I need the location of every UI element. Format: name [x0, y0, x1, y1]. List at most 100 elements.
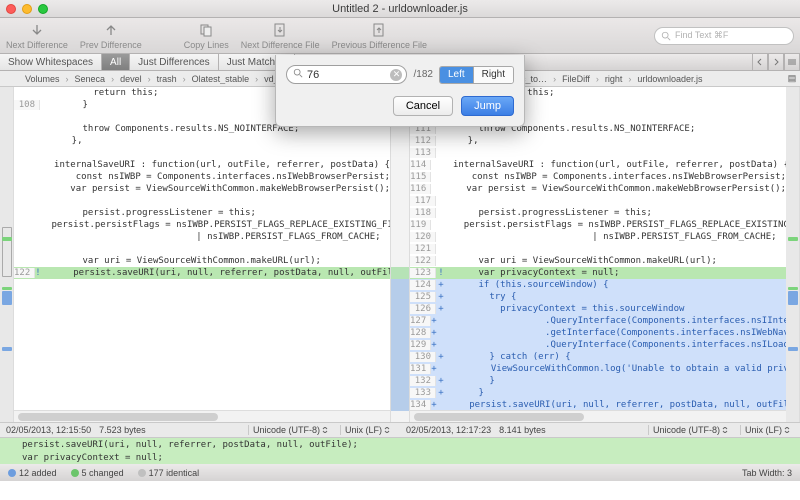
- summary-line-2: var privacyContext = null;: [0, 451, 800, 464]
- next-diff-file-button[interactable]: Next Difference File: [241, 22, 320, 50]
- prev-diff-file-button[interactable]: Previous Difference File: [332, 22, 427, 50]
- line-number-input[interactable]: 76 ✕: [286, 65, 407, 84]
- code-line[interactable]: 133+ }: [410, 387, 786, 399]
- right-file-info: 02/05/2013, 12:17:23 8.141 bytes Unicode…: [400, 423, 800, 437]
- next-diff-file-label: Next Difference File: [241, 40, 320, 50]
- code-line[interactable]: persist.progressListener = this;: [14, 207, 390, 219]
- code-line[interactable]: [14, 327, 390, 339]
- code-line[interactable]: 119 persist.persistFlags = nsIWBP.PERSIS…: [410, 219, 786, 231]
- next-diff-label: Next Difference: [6, 40, 68, 50]
- arrow-down-icon: [29, 22, 45, 38]
- code-line[interactable]: 115 const nsIWBP = Components.interfaces…: [410, 171, 786, 183]
- code-line[interactable]: 125+ try {: [410, 291, 786, 303]
- code-line[interactable]: 120 | nsIWBP.PERSIST_FLAGS_FROM_CACHE;: [410, 231, 786, 243]
- clear-input-button[interactable]: ✕: [390, 69, 402, 81]
- nav-back-button[interactable]: [752, 54, 768, 70]
- file-up-icon: [371, 22, 387, 38]
- code-line[interactable]: 122! persist.saveURI(uri, null, referrer…: [14, 267, 390, 279]
- code-line[interactable]: 117: [410, 195, 786, 207]
- left-eol-dropdown[interactable]: Unix (LF): [340, 425, 394, 435]
- right-pane: return this; }111 throw Components.resul…: [410, 87, 786, 422]
- code-line[interactable]: 114 internalSaveURI : function(url, outF…: [410, 159, 786, 171]
- code-line[interactable]: [14, 399, 390, 410]
- prev-diff-button[interactable]: Prev Difference: [80, 22, 142, 50]
- cancel-button[interactable]: Cancel: [393, 96, 453, 116]
- overflow-button[interactable]: [784, 54, 800, 70]
- nav-forward-button[interactable]: [768, 54, 784, 70]
- inline-summary: persist.saveURI(uri, null, referrer, pos…: [0, 438, 800, 464]
- search-placeholder: Find Text ⌘F: [675, 30, 728, 41]
- search-input[interactable]: Find Text ⌘F: [654, 27, 794, 45]
- right-code[interactable]: return this; }111 throw Components.resul…: [410, 87, 786, 410]
- code-line[interactable]: [14, 243, 390, 255]
- left-minimap[interactable]: [0, 87, 14, 422]
- left-pane: return this;108 } throw Components.resul…: [14, 87, 390, 422]
- code-line[interactable]: 121: [410, 243, 786, 255]
- code-line[interactable]: [14, 303, 390, 315]
- code-line[interactable]: },: [14, 135, 390, 147]
- breadcrumb-actions-right[interactable]: ▤: [784, 73, 800, 84]
- code-line[interactable]: | nsIWBP.PERSIST_FLAGS_FROM_CACHE;: [14, 231, 390, 243]
- code-line[interactable]: [14, 315, 390, 327]
- code-line[interactable]: 122 var uri = ViewSourceWithCommon.makeU…: [410, 255, 786, 267]
- code-line[interactable]: [14, 279, 390, 291]
- jump-button[interactable]: Jump: [461, 96, 514, 116]
- code-line[interactable]: 128+ .getInterface(Components.interfaces…: [410, 327, 786, 339]
- line-total-label: /182: [413, 69, 432, 80]
- code-line[interactable]: [14, 387, 390, 399]
- segment-left-button[interactable]: Left: [440, 67, 474, 83]
- right-eol-dropdown[interactable]: Unix (LF): [740, 425, 794, 435]
- left-date: 02/05/2013, 12:15:50: [6, 425, 91, 435]
- right-minimap[interactable]: [786, 87, 800, 422]
- left-encoding-dropdown[interactable]: Unicode (UTF-8): [248, 425, 332, 435]
- code-line[interactable]: var uri = ViewSourceWithCommon.makeURL(u…: [14, 255, 390, 267]
- code-line[interactable]: [14, 363, 390, 375]
- right-encoding-dropdown[interactable]: Unicode (UTF-8): [648, 425, 732, 435]
- left-scrollbar[interactable]: [14, 410, 390, 422]
- code-line[interactable]: [14, 375, 390, 387]
- code-line[interactable]: [14, 351, 390, 363]
- left-code[interactable]: return this;108 } throw Components.resul…: [14, 87, 390, 410]
- code-line[interactable]: [14, 339, 390, 351]
- prev-diff-label: Prev Difference: [80, 40, 142, 50]
- code-line[interactable]: 131+ ViewSourceWithCommon.log('Unable to…: [410, 363, 786, 375]
- copy-lines-button[interactable]: Copy Lines: [184, 22, 229, 50]
- menu-icon: [787, 58, 797, 66]
- code-line[interactable]: [14, 291, 390, 303]
- right-bytes: 8.141 bytes: [499, 425, 546, 435]
- code-line[interactable]: 118 persist.progressListener = this;: [410, 207, 786, 219]
- search-icon: [293, 68, 303, 78]
- code-line[interactable]: 127+ .QueryInterface(Components.interfac…: [410, 315, 786, 327]
- code-line[interactable]: 129+ .QueryInterface(Components.interfac…: [410, 339, 786, 351]
- code-line[interactable]: 134+ persist.saveURI(uri, null, referrer…: [410, 399, 786, 410]
- code-line[interactable]: 123! var privacyContext = null;: [410, 267, 786, 279]
- code-line[interactable]: const nsIWBP = Components.interfaces.nsI…: [14, 171, 390, 183]
- code-line[interactable]: 126+ privacyContext = this.sourceWindow: [410, 303, 786, 315]
- line-number-value: 76: [307, 69, 319, 81]
- tab-width-label[interactable]: Tab Width: 3: [742, 468, 792, 478]
- chevron-left-icon: [756, 58, 764, 66]
- segment-right-button[interactable]: Right: [474, 67, 513, 83]
- code-line[interactable]: 116 var persist = ViewSourceWithCommon.m…: [410, 183, 786, 195]
- code-line[interactable]: internalSaveURI : function(url, outFile,…: [14, 159, 390, 171]
- code-line[interactable]: var persist = ViewSourceWithCommon.makeW…: [14, 183, 390, 195]
- code-line[interactable]: 112 },: [410, 135, 786, 147]
- show-whitespace-button[interactable]: Show Whitespaces: [0, 54, 102, 70]
- changed-count: 5 changed: [71, 468, 124, 478]
- status-bar: 12 added 5 changed 177 identical Tab Wid…: [0, 464, 800, 481]
- copy-icon: [198, 22, 214, 38]
- code-line[interactable]: 124+ if (this.sourceWindow) {: [410, 279, 786, 291]
- updown-icon: [722, 427, 728, 433]
- filter-diff-tab[interactable]: Just Differences: [130, 54, 219, 70]
- code-line[interactable]: 132+ }: [410, 375, 786, 387]
- right-scrollbar[interactable]: [410, 410, 786, 422]
- next-diff-button[interactable]: Next Difference: [6, 22, 68, 50]
- code-line[interactable]: [14, 147, 390, 159]
- filter-all-tab[interactable]: All: [102, 54, 130, 70]
- code-line[interactable]: persist.persistFlags = nsIWBP.PERSIST_FL…: [14, 219, 390, 231]
- code-line[interactable]: [14, 195, 390, 207]
- updown-icon: [322, 427, 328, 433]
- code-line[interactable]: 113: [410, 147, 786, 159]
- code-line[interactable]: 130+ } catch (err) {: [410, 351, 786, 363]
- file-info-bar: 02/05/2013, 12:15:50 7.523 bytes Unicode…: [0, 423, 800, 438]
